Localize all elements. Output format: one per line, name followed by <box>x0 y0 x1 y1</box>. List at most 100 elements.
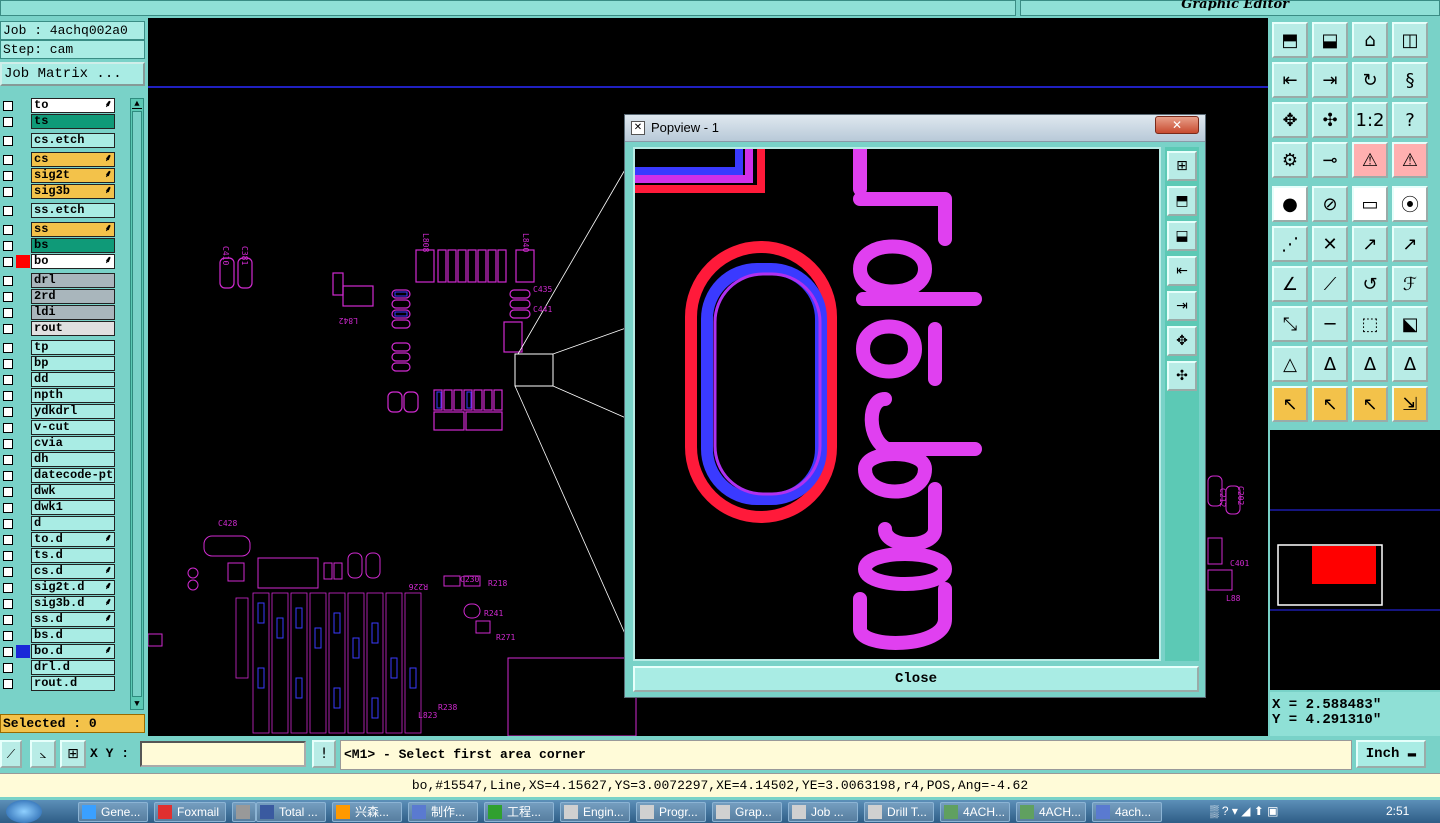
undo-icon[interactable]: ⬒ <box>1272 22 1308 58</box>
layer-color-chip[interactable] <box>16 389 30 402</box>
layer-checkbox[interactable] <box>3 276 13 286</box>
cut-icon[interactable]: ⊘ <box>1312 186 1348 222</box>
layer-color-chip[interactable] <box>16 517 30 530</box>
copy-icon[interactable]: ↗ <box>1392 226 1428 262</box>
layer-row[interactable]: sig2t ⸙ <box>0 168 118 183</box>
layer-checkbox[interactable] <box>3 551 13 561</box>
layer-checkbox[interactable] <box>3 308 13 318</box>
layer-row[interactable]: ydkdrl <box>0 404 118 419</box>
layer-color-chip[interactable] <box>16 645 30 658</box>
taskbar-item[interactable]: 制作... <box>408 802 478 822</box>
popview-right-icon[interactable]: ⇥ <box>1167 291 1197 321</box>
layer-row[interactable]: cs.d ⸙ <box>0 564 118 579</box>
layer-color-chip[interactable] <box>16 677 30 690</box>
connect-icon[interactable]: ⋰ <box>1272 226 1308 262</box>
layer-color-chip[interactable] <box>16 115 30 128</box>
layer-row[interactable]: d <box>0 516 118 531</box>
resize-icon[interactable]: ⤡ <box>1272 306 1308 342</box>
alert-icon[interactable]: ! <box>312 740 336 768</box>
layer-name[interactable]: cs.etch <box>31 133 115 148</box>
window-icon[interactable]: ◫ <box>1392 22 1428 58</box>
help-icon[interactable]: ? <box>1392 102 1428 138</box>
angle-icon[interactable]: ∠ <box>1272 266 1308 302</box>
layer-color-chip[interactable] <box>16 597 30 610</box>
layer-checkbox[interactable] <box>3 343 13 353</box>
circle-icon[interactable]: ⦿ <box>1392 186 1428 222</box>
layer-checkbox[interactable] <box>3 503 13 513</box>
layer-checkbox[interactable] <box>3 663 13 673</box>
group-icon[interactable]: ⬕ <box>1392 306 1428 342</box>
triangle-icon[interactable]: △ <box>1272 346 1308 382</box>
layer-color-chip[interactable] <box>16 565 30 578</box>
layer-row[interactable]: dd <box>0 372 118 387</box>
layer-row[interactable]: ss.etch <box>0 203 118 218</box>
settings-icon[interactable]: ⚙ <box>1272 142 1308 178</box>
layer-name[interactable]: ts <box>31 114 115 129</box>
layer-name[interactable]: to ⸙ <box>31 98 115 113</box>
layer-row[interactable]: to ⸙ <box>0 98 118 113</box>
popview-up-icon[interactable]: ⬒ <box>1167 186 1197 216</box>
rotate-icon[interactable]: ↻ <box>1352 62 1388 98</box>
layer-row[interactable]: 2rd <box>0 289 118 304</box>
taskbar-item[interactable]: Grap... <box>712 802 782 822</box>
layer-color-chip[interactable] <box>16 204 30 217</box>
start-button[interactable] <box>6 800 42 823</box>
taskbar-item[interactable]: Job ... <box>788 802 858 822</box>
layer-checkbox[interactable] <box>3 471 13 481</box>
scale-icon[interactable]: 1:2 <box>1352 102 1388 138</box>
layer-name[interactable]: drl <box>31 273 115 288</box>
layer-name[interactable]: ts.d <box>31 548 115 563</box>
layer-checkbox[interactable] <box>3 391 13 401</box>
layer-color-chip[interactable] <box>16 405 30 418</box>
move-icon[interactable]: ↗ <box>1352 226 1388 262</box>
layer-row[interactable]: dwk <box>0 484 118 499</box>
layer-name[interactable]: cvia <box>31 436 115 451</box>
layer-row[interactable]: sig3b.d ⸙ <box>0 596 118 611</box>
layer-row[interactable]: rout.d <box>0 676 118 691</box>
layer-name[interactable]: sig2t.d ⸙ <box>31 580 115 595</box>
taskbar-item[interactable]: 4ACH... <box>940 802 1010 822</box>
layer-checkbox[interactable] <box>3 487 13 497</box>
layer-row[interactable]: cvia <box>0 436 118 451</box>
layer-name[interactable]: sig3b.d ⸙ <box>31 596 115 611</box>
layer-row[interactable]: drl <box>0 273 118 288</box>
popview-tool-grid-icon[interactable]: ⊞ <box>1167 151 1197 181</box>
taskbar-item[interactable]: Foxmail <box>154 802 226 822</box>
layer-color-chip[interactable] <box>16 453 30 466</box>
scroll-up-icon[interactable]: ▲ <box>132 99 142 109</box>
layer-name[interactable]: bo.d ⸙ <box>31 644 115 659</box>
layer-row[interactable]: to.d ⸙ <box>0 532 118 547</box>
layer-color-chip[interactable] <box>16 341 30 354</box>
layer-row[interactable]: bs <box>0 238 118 253</box>
minus-icon[interactable]: ─ <box>1312 306 1348 342</box>
layer-checkbox[interactable] <box>3 171 13 181</box>
layer-checkbox[interactable] <box>3 407 13 417</box>
delta3-icon[interactable]: Δ <box>1392 346 1428 382</box>
layer-checkbox[interactable] <box>3 187 13 197</box>
taskbar-item[interactable]: Engin... <box>560 802 630 822</box>
layer-checkbox[interactable] <box>3 359 13 369</box>
layer-name[interactable]: ss ⸙ <box>31 222 115 237</box>
layer-checkbox[interactable] <box>3 631 13 641</box>
layer-row[interactable]: v-cut <box>0 420 118 435</box>
layer-name[interactable]: tp <box>31 340 115 355</box>
layer-checkbox[interactable] <box>3 535 13 545</box>
popview-center-icon[interactable]: ✣ <box>1167 361 1197 391</box>
layer-name[interactable]: bs <box>31 238 115 253</box>
layer-name[interactable]: sig3b ⸙ <box>31 184 115 199</box>
line-icon[interactable]: ⟋ <box>1312 266 1348 302</box>
layer-name[interactable]: ss.etch <box>31 203 115 218</box>
popview-close-x-button[interactable]: ✕ <box>1155 116 1199 134</box>
unit-dropdown[interactable]: Inch ▬ <box>1356 740 1426 768</box>
layer-name[interactable]: bp <box>31 356 115 371</box>
layer-color-chip[interactable] <box>16 581 30 594</box>
layer-checkbox[interactable] <box>3 423 13 433</box>
layer-color-chip[interactable] <box>16 373 30 386</box>
taskbar-item[interactable]: Progr... <box>636 802 706 822</box>
layer-name[interactable]: datecode-pt <box>31 468 115 483</box>
layer-color-chip[interactable] <box>16 613 30 626</box>
layer-color-chip[interactable] <box>16 501 30 514</box>
zoom-area-icon[interactable]: ⟋ <box>0 740 22 768</box>
layer-color-chip[interactable] <box>16 629 30 642</box>
layer-color-chip[interactable] <box>16 185 30 198</box>
